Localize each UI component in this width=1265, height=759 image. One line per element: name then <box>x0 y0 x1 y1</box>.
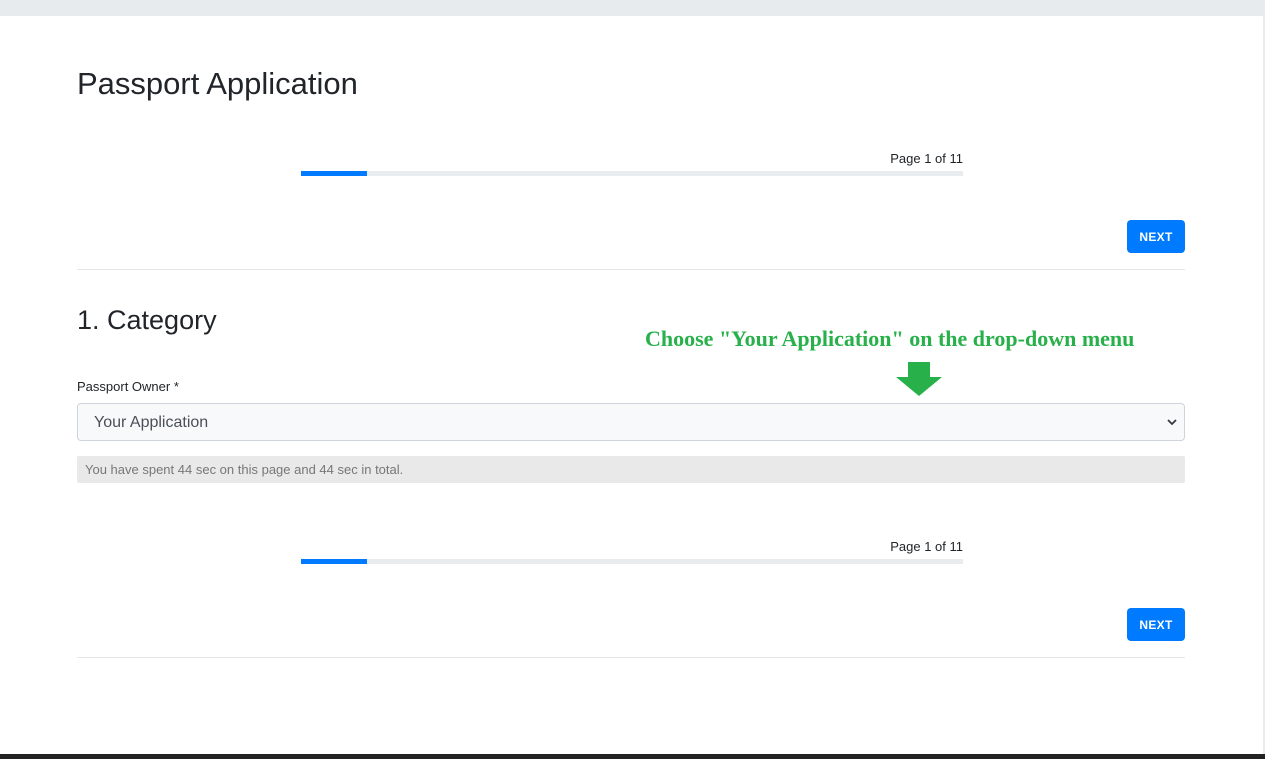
top-progress-track <box>301 171 963 176</box>
next-button-bottom[interactable]: NEXT <box>1127 608 1185 641</box>
browser-top-bar <box>0 0 1265 16</box>
page-title: Passport Application <box>77 66 358 101</box>
top-progress-label: Page 1 of 11 <box>890 151 963 166</box>
bottom-progress-fill <box>301 559 368 564</box>
divider-bottom <box>77 657 1185 658</box>
top-progress-fill <box>301 171 368 176</box>
top-progress: Page 1 of 11 <box>301 151 963 177</box>
bottom-progress: Page 1 of 11 <box>301 539 963 565</box>
chevron-down-icon <box>1167 419 1177 426</box>
section-title: 1. Category <box>77 305 217 335</box>
passport-owner-select[interactable]: Your Application <box>77 403 1185 441</box>
bottom-progress-track <box>301 559 963 564</box>
taskbar-edge <box>0 754 1265 759</box>
bottom-progress-label: Page 1 of 11 <box>890 539 963 554</box>
arrow-down-icon <box>896 362 942 396</box>
divider-top <box>77 269 1185 270</box>
time-spent-text: You have spent 44 sec on this page and 4… <box>85 462 404 477</box>
annotation-text: Choose "Your Application" on the drop-do… <box>645 326 1135 351</box>
passport-owner-label: Passport Owner * <box>77 379 179 394</box>
next-button-top[interactable]: NEXT <box>1127 220 1185 253</box>
passport-owner-selected-value: Your Application <box>94 414 209 431</box>
time-spent-bar: You have spent 44 sec on this page and 4… <box>77 456 1185 483</box>
